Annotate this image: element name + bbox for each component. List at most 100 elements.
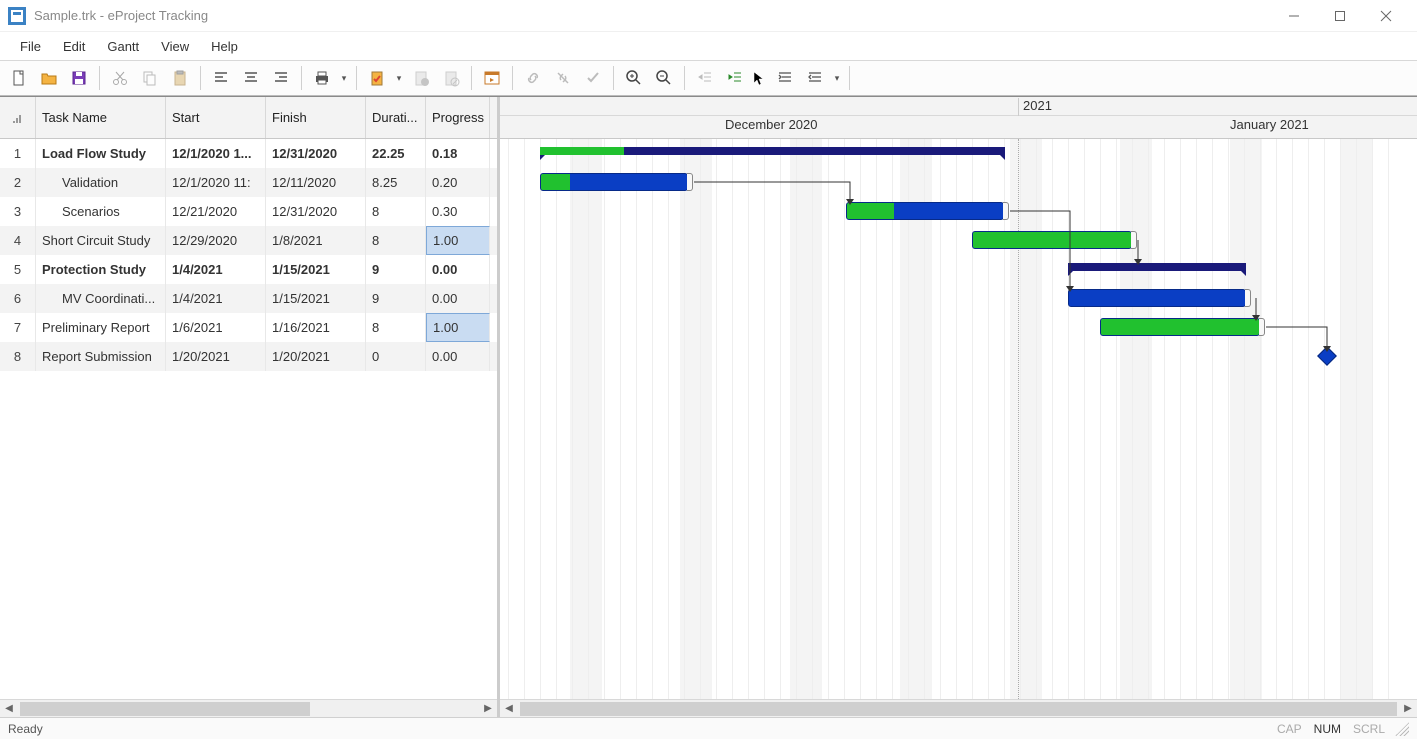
col-header-index[interactable] [0,97,36,138]
clipboard-dropdown[interactable]: ▾ [394,73,404,84]
indent-decrease-button[interactable] [802,65,828,91]
table-row[interactable]: 3 Scenarios 12/21/2020 12/31/2020 8 0.30 [0,197,497,226]
duration-cell[interactable]: 8 [366,226,426,255]
zoom-out-button[interactable] [651,65,677,91]
print-dropdown[interactable]: ▾ [339,73,349,84]
summary-bar[interactable] [1068,263,1246,271]
close-button[interactable] [1363,2,1409,30]
finish-cell[interactable]: 12/11/2020 [266,168,366,197]
table-row[interactable]: 8 Report Submission 1/20/2021 1/20/2021 … [0,342,497,371]
finish-cell[interactable]: 1/20/2021 [266,342,366,371]
menu-view[interactable]: View [151,35,199,58]
start-cell[interactable]: 12/21/2020 [166,197,266,226]
goto-task-button[interactable] [479,65,505,91]
task-bar[interactable] [1068,289,1246,307]
maximize-button[interactable] [1317,2,1363,30]
gantt-body[interactable] [500,139,1417,699]
progress-cell[interactable]: 0.30 [426,197,490,226]
start-cell[interactable]: 1/4/2021 [166,255,266,284]
align-center-button[interactable] [238,65,264,91]
menu-gantt[interactable]: Gantt [97,35,149,58]
table-hscrollbar[interactable]: ◀ ▶ [0,699,497,717]
open-file-button[interactable] [36,65,62,91]
paste-button[interactable] [167,65,193,91]
duration-cell[interactable]: 0 [366,342,426,371]
scroll-left-icon[interactable]: ◀ [500,700,518,718]
finish-cell[interactable]: 1/15/2021 [266,255,366,284]
task-name-cell[interactable]: MV Coordinati... [36,284,166,313]
col-header-progress[interactable]: Progress [426,97,490,138]
menu-edit[interactable]: Edit [53,35,95,58]
task-name-cell[interactable]: Validation [36,168,166,197]
task-name-cell[interactable]: Protection Study [36,255,166,284]
col-header-start[interactable]: Start [166,97,266,138]
task-bar[interactable] [846,202,1004,220]
progress-cell[interactable]: 0.18 [426,139,490,168]
align-left-button[interactable] [208,65,234,91]
indent-button[interactable] [722,65,748,91]
task-name-cell[interactable]: Scenarios [36,197,166,226]
duration-cell[interactable]: 8.25 [366,168,426,197]
copy-button[interactable] [137,65,163,91]
clipboard-cancel-button[interactable] [438,65,464,91]
col-header-finish[interactable]: Finish [266,97,366,138]
clipboard-x-button[interactable] [408,65,434,91]
col-header-name[interactable]: Task Name [36,97,166,138]
progress-cell[interactable]: 0.00 [426,284,490,313]
scroll-thumb[interactable] [20,702,310,716]
scroll-right-icon[interactable]: ▶ [479,700,497,718]
cut-button[interactable] [107,65,133,91]
zoom-in-button[interactable] [621,65,647,91]
align-right-button[interactable] [268,65,294,91]
duration-cell[interactable]: 9 [366,284,426,313]
duration-cell[interactable]: 9 [366,255,426,284]
progress-cell[interactable]: 1.00 [426,226,490,255]
start-cell[interactable]: 1/6/2021 [166,313,266,342]
table-row[interactable]: 6 MV Coordinati... 1/4/2021 1/15/2021 9 … [0,284,497,313]
progress-cell[interactable]: 1.00 [426,313,490,342]
finish-cell[interactable]: 1/15/2021 [266,284,366,313]
menu-file[interactable]: File [10,35,51,58]
start-cell[interactable]: 1/4/2021 [166,284,266,313]
outdent-button[interactable] [692,65,718,91]
gantt-hscrollbar[interactable]: ◀ ▶ [500,699,1417,717]
duration-cell[interactable]: 22.25 [366,139,426,168]
finish-cell[interactable]: 1/16/2021 [266,313,366,342]
table-row[interactable]: 4 Short Circuit Study 12/29/2020 1/8/202… [0,226,497,255]
menu-help[interactable]: Help [201,35,248,58]
clipboard-check-button[interactable] [364,65,390,91]
indent-dropdown[interactable]: ▾ [832,73,842,84]
gantt-chart[interactable]: 2021 December 2020January 2021 [500,97,1417,699]
task-bar[interactable] [1100,318,1260,336]
scroll-left-icon[interactable]: ◀ [0,700,18,718]
finish-cell[interactable]: 12/31/2020 [266,197,366,226]
progress-cell[interactable]: 0.00 [426,342,490,371]
unlink-button[interactable] [550,65,576,91]
start-cell[interactable]: 12/1/2020 11: [166,168,266,197]
print-button[interactable] [309,65,335,91]
finish-cell[interactable]: 12/31/2020 [266,139,366,168]
start-cell[interactable]: 1/20/2021 [166,342,266,371]
table-row[interactable]: 7 Preliminary Report 1/6/2021 1/16/2021 … [0,313,497,342]
save-button[interactable] [66,65,92,91]
task-name-cell[interactable]: Short Circuit Study [36,226,166,255]
resize-grip-icon[interactable] [1395,722,1409,736]
table-row[interactable]: 2 Validation 12/1/2020 11: 12/11/2020 8.… [0,168,497,197]
indent-increase-button[interactable] [772,65,798,91]
start-cell[interactable]: 12/1/2020 1... [166,139,266,168]
check-button[interactable] [580,65,606,91]
summary-bar[interactable] [540,147,1005,155]
new-file-button[interactable] [6,65,32,91]
task-name-cell[interactable]: Preliminary Report [36,313,166,342]
table-row[interactable]: 1 Load Flow Study 12/1/2020 1... 12/31/2… [0,139,497,168]
task-name-cell[interactable]: Report Submission [36,342,166,371]
col-header-duration[interactable]: Durati... [366,97,426,138]
duration-cell[interactable]: 8 [366,197,426,226]
scroll-thumb[interactable] [520,702,1397,716]
progress-cell[interactable]: 0.00 [426,255,490,284]
task-name-cell[interactable]: Load Flow Study [36,139,166,168]
scroll-right-icon[interactable]: ▶ [1399,700,1417,718]
minimize-button[interactable] [1271,2,1317,30]
table-row[interactable]: 5 Protection Study 1/4/2021 1/15/2021 9 … [0,255,497,284]
finish-cell[interactable]: 1/8/2021 [266,226,366,255]
